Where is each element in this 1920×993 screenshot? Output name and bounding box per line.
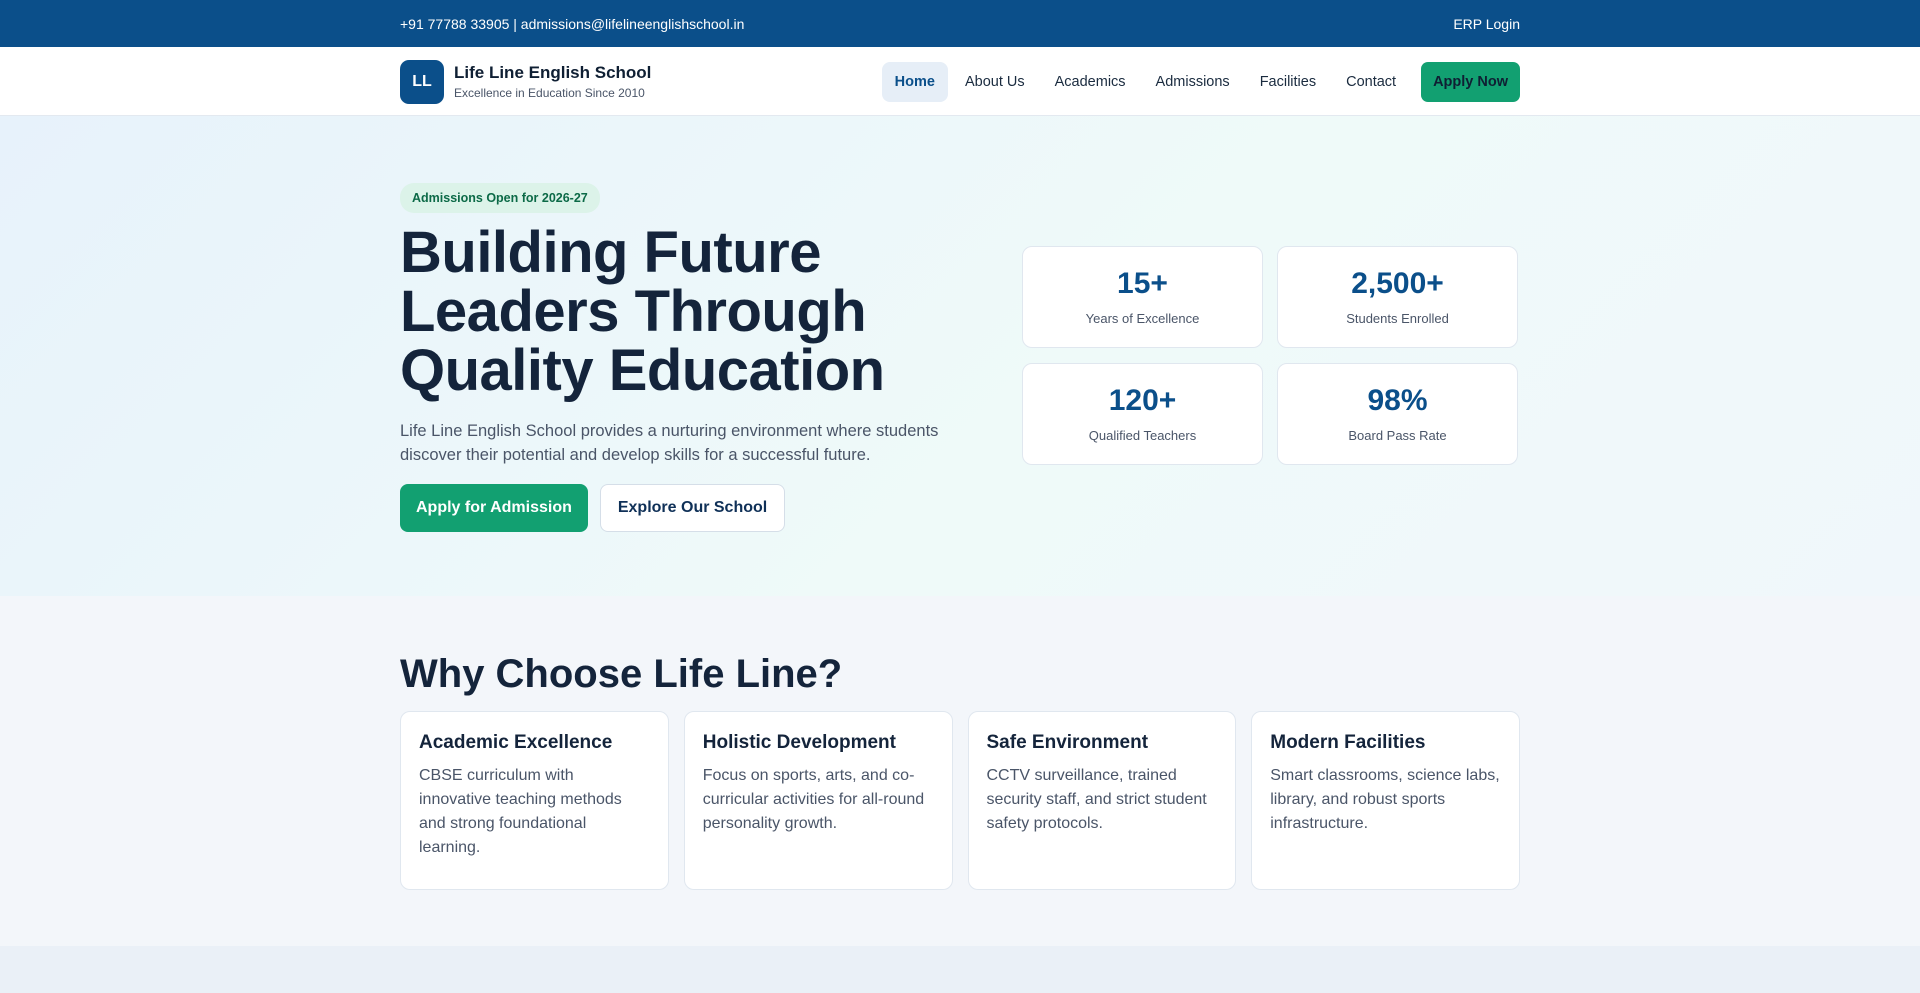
stat-value: 120+: [1108, 384, 1177, 417]
hero-description: Life Line English School provides a nurt…: [400, 422, 939, 464]
feature-title: Holistic Development: [702, 732, 896, 753]
stat-value: 15+: [1117, 267, 1168, 300]
contact-info: +91 77788 33905 | admissions@lifelineeng…: [400, 15, 745, 32]
school-logo: LL: [400, 59, 444, 104]
feature-cards: Academic Excellence CBSE curriculum with…: [400, 711, 1520, 890]
nav-about-us[interactable]: About Us: [952, 62, 1038, 102]
feature-title: Safe Environment: [986, 732, 1149, 753]
stat-label: Board Pass Rate: [1348, 428, 1447, 443]
feature-title: Modern Facilities: [1270, 732, 1426, 753]
stat-value: 2,500+: [1351, 267, 1444, 300]
feature-description: Focus on sports, arts, and co-curricular…: [702, 767, 925, 832]
hero-title: Building Future Leaders Through Quality …: [400, 220, 885, 403]
explore-school-button[interactable]: Explore Our School: [599, 484, 786, 532]
feature-card: Holistic Development Focus on sports, ar…: [683, 711, 953, 890]
hero-actions: Apply for Admission Explore Our School: [400, 484, 786, 532]
feature-title: Academic Excellence: [419, 732, 613, 753]
brand[interactable]: LL Life Line English School Excellence i…: [400, 59, 652, 104]
top-contact-bar: +91 77788 33905 | admissions@lifelineeng…: [0, 0, 1920, 47]
site-header: LL Life Line English School Excellence i…: [0, 47, 1920, 116]
erp-login-link[interactable]: ERP Login: [1453, 16, 1520, 32]
nav-contact[interactable]: Contact: [1333, 62, 1409, 102]
feature-card: Academic Excellence CBSE curriculum with…: [400, 711, 669, 890]
nav-admissions[interactable]: Admissions: [1143, 62, 1243, 102]
feature-card: Modern Facilities Smart classrooms, scie…: [1251, 711, 1520, 890]
feature-description: CBSE curriculum with innovative teaching…: [419, 767, 622, 856]
stat-card: 15+ Years of Excellence: [1022, 246, 1263, 348]
nav-facilities[interactable]: Facilities: [1247, 62, 1329, 102]
next-section-edge: [0, 946, 1920, 993]
apply-for-admission-button[interactable]: Apply for Admission: [400, 484, 588, 532]
admissions-badge: Admissions Open for 2026-27: [400, 183, 600, 213]
main-nav: Home About Us Academics Admissions Facil…: [881, 61, 1520, 102]
features-section: Why Choose Life Line? Academic Excellenc…: [0, 596, 1920, 946]
nav-home[interactable]: Home: [881, 61, 948, 102]
stat-card: 98% Board Pass Rate: [1277, 363, 1518, 465]
stat-card: 2,500+ Students Enrolled: [1277, 246, 1518, 348]
hero-section: Admissions Open for 2026-27 Building Fut…: [0, 116, 1920, 596]
feature-card: Safe Environment CCTV surveillance, trai…: [967, 711, 1237, 890]
school-name: Life Line English School: [454, 63, 652, 82]
stat-label: Years of Excellence: [1085, 311, 1200, 326]
stat-label: Qualified Teachers: [1088, 428, 1197, 443]
stats-grid: 15+ Years of Excellence 2,500+ Students …: [1022, 246, 1518, 465]
stat-label: Students Enrolled: [1346, 311, 1449, 326]
apply-now-button[interactable]: Apply Now: [1421, 61, 1520, 102]
feature-description: Smart classrooms, science labs, library,…: [1270, 767, 1500, 832]
school-tagline: Excellence in Education Since 2010: [454, 86, 645, 100]
features-title: Why Choose Life Line?: [400, 652, 843, 696]
stat-card: 120+ Qualified Teachers: [1022, 363, 1263, 465]
feature-description: CCTV surveillance, trained security staf…: [986, 767, 1207, 832]
stat-value: 98%: [1367, 384, 1428, 417]
nav-academics[interactable]: Academics: [1042, 62, 1139, 102]
